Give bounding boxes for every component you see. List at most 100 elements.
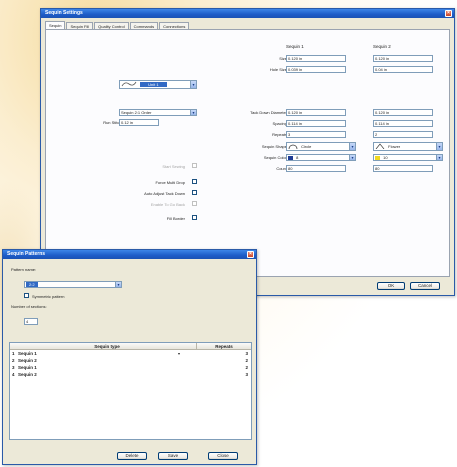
hole-size-sequin-2-field[interactable]: 0.04 in (373, 66, 433, 73)
column-header-sequin-1: Sequin 1 (286, 44, 304, 49)
repeats-sequin-2-field[interactable]: 2 (373, 131, 433, 138)
option-fill-border-checkbox[interactable] (192, 215, 197, 220)
row-repeats: 2 (245, 365, 248, 370)
sequin-color-label: Sequin Color (263, 155, 287, 160)
ok-button[interactable]: OK (377, 282, 405, 290)
row-sequin-type: Sequin 2 (18, 358, 37, 363)
spacing-sequin-2-field[interactable]: 0.114 in (373, 120, 433, 127)
option-fill-border-label: Fill Border (166, 216, 185, 221)
tab-connections[interactable]: Connections (159, 22, 190, 29)
sections-field[interactable]: 4 (24, 318, 38, 325)
row-repeats: 3 (245, 351, 248, 356)
chevron-down-icon: ▾ (349, 155, 355, 160)
table-row[interactable]: 4 Sequin 2 3 (10, 372, 251, 378)
tack-down-sequin-1-field[interactable]: 0.120 in (286, 109, 346, 116)
color-sequin-2-dropdown[interactable]: 10 ▾ (373, 154, 443, 161)
size-sequin-1-field[interactable]: 0.120 in (286, 55, 346, 62)
sequin-tab-panel: Sequin 1 Sequin 2 Size 0.120 in 0.120 in… (45, 29, 450, 277)
pattern-name-label: Pattern name: (11, 267, 37, 272)
color-sequin-2-swatch (375, 155, 380, 160)
option-enable-to-go-back-label: Enable To Go Back (150, 202, 185, 207)
pattern-dropdown[interactable]: Sequin 2:1 Order ▾ (119, 109, 197, 116)
tab-commands[interactable]: Commands (129, 22, 159, 29)
chevron-down-icon[interactable]: ▾ (178, 351, 180, 357)
table-row[interactable]: 3 Sequin 1 2 (10, 365, 251, 371)
row-number: 2 (12, 358, 15, 363)
close-icon[interactable]: × (445, 10, 452, 17)
style-preview-icon (121, 81, 137, 89)
column-header-num (10, 343, 18, 350)
color-sequin-1-swatch (288, 155, 293, 160)
color-sequin-1-dropdown[interactable]: 8 ▾ (286, 154, 356, 161)
cancel-button[interactable]: Cancel (410, 282, 440, 290)
chevron-down-icon: ▾ (115, 282, 121, 287)
save-button[interactable]: Save (158, 452, 188, 460)
close-icon[interactable]: × (247, 251, 254, 258)
sequin-shape-label: Sequin Shape (261, 144, 287, 149)
column-header-sequin-type: Sequin type (18, 343, 196, 350)
option-enable-to-go-back-checkbox[interactable] (192, 201, 197, 206)
shape-sequin-1-dropdown[interactable]: Circle ▾ (286, 142, 356, 151)
sequin-patterns-dialog: Sequin Patterns × Pattern name: 2:2 ▾ Sy… (2, 249, 257, 465)
sections-label: Number of sections: (11, 304, 47, 309)
chevron-down-icon: ▾ (436, 155, 442, 160)
tack-down-sequin-2-field[interactable]: 0.120 in (373, 109, 433, 116)
repeats-label: Repeats (272, 132, 287, 137)
repeats-sequin-1-field[interactable]: 3 (286, 131, 346, 138)
settings-tabs: Sequin Sequin Fill Quality Control Comma… (45, 21, 190, 29)
pattern-value: Sequin 2:1 Order (121, 110, 152, 115)
pattern-name-dropdown[interactable]: 2:2 ▾ (24, 281, 122, 288)
table-row[interactable]: 2 Sequin 2 2 (10, 358, 251, 364)
option-auto-adjust-tack-down-label: Auto Adjust Tack Down (144, 191, 185, 196)
count-sequin-2-field[interactable]: 80 (373, 165, 433, 172)
spacing-sequin-1-field[interactable]: 0.114 in (286, 120, 346, 127)
tab-sequin[interactable]: Sequin (45, 21, 66, 29)
chevron-down-icon: ▾ (349, 143, 355, 150)
symmetric-pattern-label: Symmetric pattern (32, 294, 65, 299)
patterns-titlebar: Sequin Patterns × (3, 250, 256, 259)
shape-sequin-2-dropdown[interactable]: Flower ▾ (373, 142, 443, 151)
delete-button[interactable]: Delete (117, 452, 147, 460)
column-header-repeats: Repeats (196, 343, 251, 350)
chevron-down-icon: ▾ (190, 110, 196, 115)
circle-shape-icon (288, 143, 298, 151)
pattern-name-value: 2:2 (26, 282, 38, 287)
spacing-label: Spacing (272, 121, 287, 126)
chevron-down-icon: ▾ (190, 81, 196, 88)
chevron-down-icon: ▾ (436, 143, 442, 150)
tab-sequin-fill[interactable]: Sequin Fill (66, 22, 94, 29)
tab-quality-control[interactable]: Quality Control (94, 22, 129, 29)
count-sequin-1-field[interactable]: 80 (286, 165, 346, 172)
row-repeats: 2 (245, 358, 248, 363)
patterns-title: Sequin Patterns (7, 251, 46, 257)
shape-sequin-1-value: Circle (301, 144, 312, 150)
row-sequin-type: Sequin 2 (18, 372, 37, 377)
option-auto-adjust-tack-down-checkbox[interactable] (192, 190, 197, 195)
pattern-sections-table: Sequin type Repeats 1 Sequin 1 ▾ 3 2 Seq… (9, 342, 252, 440)
option-start-sewing-checkbox[interactable] (192, 163, 197, 168)
color-sequin-1-value: 8 (296, 155, 299, 160)
settings-title: Sequin Settings (45, 10, 83, 16)
run-stitch-length-field[interactable]: 0.12 in (119, 119, 159, 126)
style-value: Unit 1 (140, 82, 167, 88)
close-button[interactable]: Close (208, 452, 238, 460)
color-sequin-2-value: 10 (383, 155, 388, 160)
style-dropdown[interactable]: Unit 1 ▾ (119, 80, 197, 89)
hole-size-sequin-1-field[interactable]: 0.039 in (286, 66, 346, 73)
column-header-sequin-2: Sequin 2 (373, 44, 391, 49)
size-sequin-2-field[interactable]: 0.120 in (373, 55, 433, 62)
option-start-sewing-label: Start Sewing (162, 164, 185, 169)
row-number: 4 (12, 372, 15, 377)
row-number: 3 (12, 365, 15, 370)
row-sequin-type: Sequin 1 (18, 351, 37, 356)
symmetric-pattern-checkbox[interactable] (24, 293, 29, 298)
row-repeats: 3 (245, 372, 248, 377)
flower-shape-icon (375, 143, 385, 151)
hole-size-label: Hole Size (269, 67, 287, 72)
option-force-multi-drop-checkbox[interactable] (192, 179, 197, 184)
row-sequin-type: Sequin 1 (18, 365, 37, 370)
table-row[interactable]: 1 Sequin 1 ▾ 3 (10, 351, 251, 357)
settings-titlebar: Sequin Settings × (41, 9, 454, 18)
option-force-multi-drop-label: Force Multi Drop (155, 180, 185, 185)
row-number: 1 (12, 351, 15, 356)
